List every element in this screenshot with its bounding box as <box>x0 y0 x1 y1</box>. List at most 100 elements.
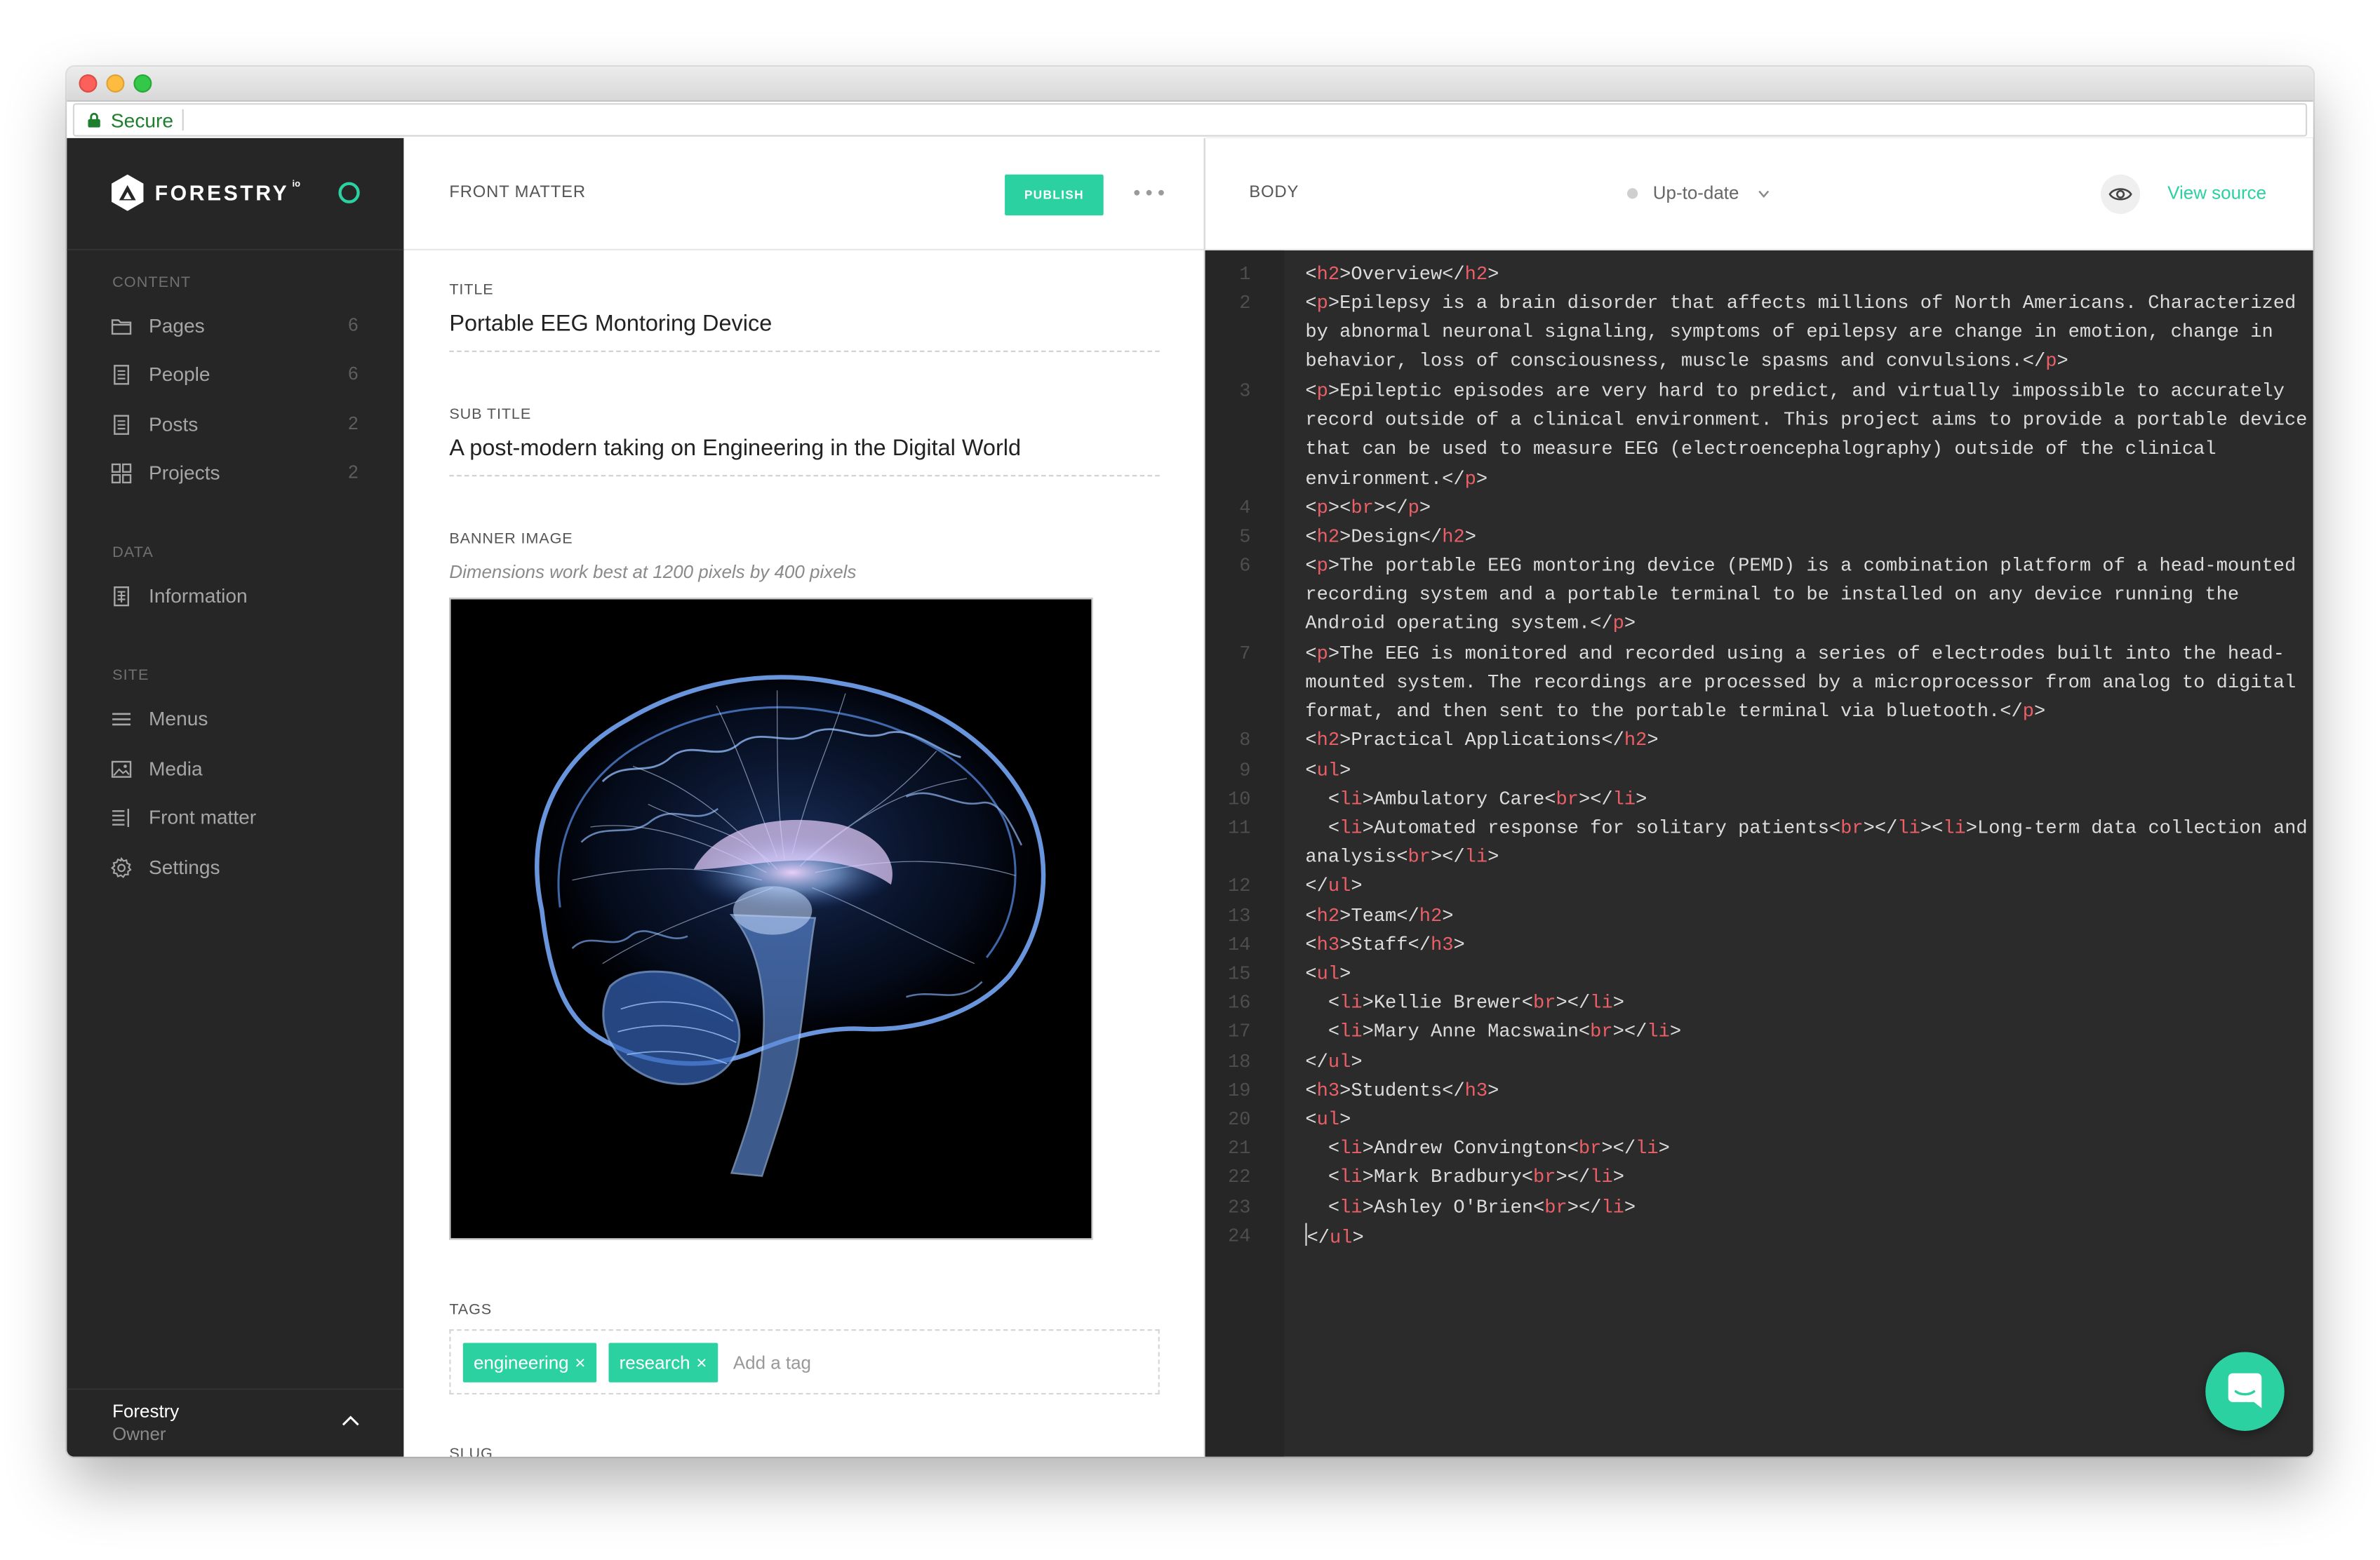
address-bar[interactable]: Secure <box>72 103 2308 137</box>
zoom-window-button[interactable] <box>133 74 152 93</box>
remove-tag-icon[interactable]: × <box>575 1352 585 1373</box>
account-role: Owner <box>112 1423 166 1445</box>
sidebar-item-label: Posts <box>149 412 199 436</box>
close-window-button[interactable] <box>79 74 98 93</box>
line-number: 4 <box>1239 497 1251 519</box>
sidebar-item-count: 6 <box>348 314 359 336</box>
code-text: <li>Andrew Convington<br></li> <box>1305 1138 1670 1159</box>
account-menu[interactable]: Forestry Owner <box>67 1388 404 1456</box>
code-text: <p>The EEG is monitored and recorded usi… <box>1305 643 2297 723</box>
sidebar-item-people[interactable]: People 6 <box>67 356 403 393</box>
line-number: 19 <box>1228 1080 1251 1102</box>
sync-status-dropdown[interactable]: Up-to-date <box>1653 182 1739 203</box>
view-source-link[interactable]: View source <box>2167 182 2266 203</box>
minimize-window-button[interactable] <box>106 74 125 93</box>
chevron-up-icon[interactable] <box>342 1414 360 1426</box>
line-number: 13 <box>1228 906 1251 927</box>
image-icon <box>111 760 132 778</box>
line-number: 7 <box>1239 643 1251 665</box>
line-number: 2 <box>1239 292 1251 314</box>
code-text: <li>Ambulatory Care<br></li> <box>1305 788 1647 811</box>
document-icon <box>114 365 129 385</box>
banner-image-hint: Dimensions work best at 1200 pixels by 4… <box>449 561 857 583</box>
forestry-logo-icon[interactable] <box>111 174 145 211</box>
secure-label: Secure <box>110 109 174 133</box>
body-pane: BODY Up-to-date View source 1 <h2>Overvi… <box>1205 137 2313 1457</box>
site-status-indicator[interactable] <box>338 182 360 203</box>
data-file-icon <box>114 586 129 607</box>
sidebar-item-label: People <box>149 363 210 386</box>
account-name: Forestry <box>112 1400 180 1422</box>
line-number: 15 <box>1228 963 1251 985</box>
list-icon <box>112 809 129 827</box>
line-number: 18 <box>1228 1051 1251 1073</box>
preview-button[interactable] <box>2100 174 2141 215</box>
tag-chip[interactable]: engineering × <box>462 1343 596 1383</box>
sidebar-divider <box>67 248 404 250</box>
code-text: <ul> <box>1305 963 1351 985</box>
sidebar-item-label: Pages <box>149 314 205 337</box>
brand-name: FORESTRY io <box>155 180 300 205</box>
tags-label: TAGS <box>449 1302 493 1319</box>
grid-icon <box>111 463 132 484</box>
code-text: <h3>Staff</h3> <box>1305 934 1465 956</box>
eye-icon <box>2108 188 2132 201</box>
front-matter-pane: FRONT MATTER PUBLISH TITLE Portable EEG … <box>403 137 1205 1457</box>
subtitle-label: SUB TITLE <box>449 406 532 424</box>
brand-wordmark: FORESTRY <box>154 180 290 206</box>
line-number: 1 <box>1239 264 1251 285</box>
brand-suffix: io <box>292 180 301 190</box>
text-cursor <box>1305 1223 1307 1246</box>
section-label-data: DATA <box>112 544 154 562</box>
code-text: <p>Epileptic episodes are very hard to p… <box>1305 380 2308 490</box>
title-label: TITLE <box>449 282 494 300</box>
sidebar-item-settings[interactable]: Settings <box>67 849 403 886</box>
code-text: <h2>Practical Applications</h2> <box>1305 729 1659 751</box>
line-number: 16 <box>1228 992 1251 1014</box>
gear-icon <box>110 857 132 878</box>
more-options-icon[interactable] <box>1132 188 1166 197</box>
front-matter-header: FRONT MATTER PUBLISH <box>403 138 1204 250</box>
tag-chip-label: engineering <box>473 1352 569 1373</box>
sidebar-item-media[interactable]: Media <box>67 751 403 788</box>
add-tag-input[interactable]: Add a tag <box>733 1352 811 1373</box>
banner-image[interactable] <box>449 598 1093 1240</box>
slug-label: SLUG <box>449 1446 493 1457</box>
code-text: <p>Epilepsy is a brain disorder that aff… <box>1305 292 2297 372</box>
sidebar-item-information[interactable]: Information <box>67 578 403 614</box>
sidebar-item-pages[interactable]: Pages 6 <box>67 308 403 344</box>
chevron-down-icon[interactable] <box>1758 189 1770 199</box>
tag-chip[interactable]: research × <box>608 1343 718 1383</box>
code-text: <p>The portable EEG montoring device (PE… <box>1305 555 2297 636</box>
title-field[interactable]: Portable EEG Montoring Device <box>449 311 1160 352</box>
line-number: 10 <box>1228 788 1251 811</box>
sidebar-item-projects[interactable]: Projects 2 <box>67 455 403 492</box>
chat-icon <box>2228 1373 2262 1408</box>
line-number: 5 <box>1239 526 1251 548</box>
code-text: <li>Ashley O'Brien<br></li> <box>1305 1197 1636 1219</box>
line-number: 8 <box>1239 729 1251 751</box>
line-number: 6 <box>1239 555 1251 577</box>
code-text: <h2>Overview</h2> <box>1305 264 1499 285</box>
code-text: <p><br></p> <box>1305 497 1431 519</box>
body-header: BODY Up-to-date View source <box>1205 137 2313 250</box>
sidebar-item-label: Projects <box>149 461 220 485</box>
remove-tag-icon[interactable]: × <box>696 1352 707 1373</box>
code-text: <li>Kellie Brewer<br></li> <box>1305 992 1624 1014</box>
line-number: 11 <box>1228 818 1251 840</box>
sidebar-item-count: 2 <box>348 412 359 434</box>
tags-input[interactable]: engineering × research × Add a tag <box>449 1329 1160 1395</box>
subtitle-field[interactable]: A post-modern taking on Engineering in t… <box>449 436 1160 477</box>
publish-button[interactable]: PUBLISH <box>1005 174 1104 216</box>
code-text: <ul> <box>1305 1109 1351 1131</box>
address-divider <box>182 109 184 131</box>
chat-support-button[interactable] <box>2205 1352 2285 1431</box>
line-number: 9 <box>1239 760 1251 782</box>
sidebar-item-posts[interactable]: Posts 2 <box>67 407 403 443</box>
sidebar-item-label: Media <box>149 757 203 780</box>
line-number: 3 <box>1239 380 1251 403</box>
code-text: <h2>Team</h2> <box>1305 906 1454 927</box>
code-text: <ul> <box>1305 760 1351 782</box>
sidebar-item-menus[interactable]: Menus <box>67 701 403 737</box>
sidebar-item-front-matter[interactable]: Front matter <box>67 800 403 836</box>
